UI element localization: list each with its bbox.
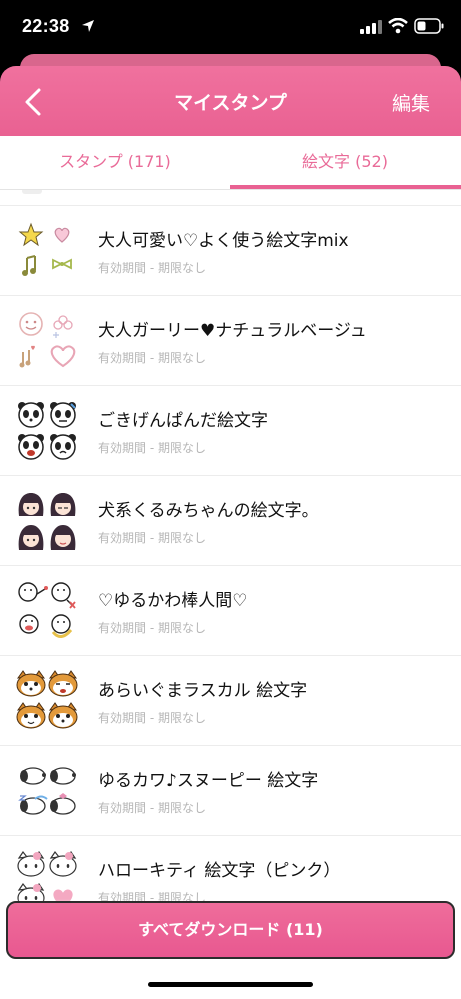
list-item[interactable]: 大人可愛い♡よく使う絵文字mix 有効期間 - 期限なし <box>0 206 461 296</box>
stick-figure-icon <box>18 582 76 638</box>
edit-button[interactable]: 編集 <box>392 89 430 116</box>
star-heart-music-ribbon-icon <box>18 222 72 276</box>
list-item[interactable]: 犬系くるみちゃんの絵文字。 有効期間 - 期限なし <box>0 476 461 566</box>
item-title: ハローキティ 絵文字（ピンク） <box>98 861 341 881</box>
item-expiry: 有効期間 - 期限なし <box>98 711 206 725</box>
item-expiry: 有効期間 - 期限なし <box>98 531 206 545</box>
item-title: 大人ガーリー♥ナチュラルベージュ <box>98 321 367 341</box>
item-title: 大人可愛い♡よく使う絵文字mix <box>98 231 349 251</box>
item-expiry: 有効期間 - 期限なし <box>98 441 206 455</box>
item-title: ♡ゆるかわ棒人間♡ <box>98 591 248 611</box>
item-title: ごきげんぱんだ絵文字 <box>98 411 268 431</box>
cellular-signal-icon <box>360 20 382 34</box>
list-item[interactable]: ごきげんぱんだ絵文字 有効期間 - 期限なし <box>0 386 461 476</box>
raccoon-icon <box>16 670 78 729</box>
home-indicator <box>148 982 313 987</box>
location-arrow-icon <box>82 20 94 32</box>
tab-selected-indicator <box>230 185 461 189</box>
header: マイスタンプ 編集 <box>0 66 461 136</box>
item-expiry: 有効期間 - 期限なし <box>98 621 206 635</box>
emoji-list[interactable]: 大人可愛い♡よく使う絵文字mix 有効期間 - 期限なし 大人ガーリー♥ナチュラ… <box>0 190 461 999</box>
download-all-button[interactable]: すべてダウンロード (11) <box>6 901 455 959</box>
list-item[interactable]: ゆるカワ♪スヌーピー 絵文字 有効期間 - 期限なし <box>0 746 461 836</box>
item-expiry: 有効期間 - 期限なし <box>98 261 206 275</box>
list-item[interactable]: あらいぐまラスカル 絵文字 有効期間 - 期限なし <box>0 656 461 746</box>
tab-bar: スタンプ (171) 絵文字 (52) <box>0 136 461 190</box>
tab-stamps[interactable]: スタンプ (171) <box>0 136 230 190</box>
item-expiry: 有効期間 - 期限なし <box>98 351 206 365</box>
status-bar: 22:38 <box>0 0 461 56</box>
panda-icon <box>18 402 76 460</box>
tab-emoji[interactable]: 絵文字 (52) <box>230 136 460 190</box>
snoopy-icon <box>18 767 76 815</box>
list-item[interactable]: ♡ゆるかわ棒人間♡ 有効期間 - 期限なし <box>0 566 461 656</box>
list-item[interactable]: 大人ガーリー♥ナチュラルベージュ 有効期間 - 期限なし <box>0 296 461 386</box>
item-expiry: 有効期間 - 期限なし <box>98 801 206 815</box>
smile-flower-heart-icon <box>19 312 76 368</box>
status-time: 22:38 <box>22 16 70 36</box>
item-title: ゆるカワ♪スヌーピー 絵文字 <box>98 771 319 791</box>
download-bar: すべてダウンロード (11) <box>0 899 461 999</box>
girl-icon <box>18 493 76 550</box>
wifi-icon <box>388 18 408 34</box>
item-title: 犬系くるみちゃんの絵文字。 <box>98 501 319 521</box>
item-title: あらいぐまラスカル 絵文字 <box>98 681 308 701</box>
list-top-peek <box>0 190 461 206</box>
battery-icon <box>414 18 444 34</box>
